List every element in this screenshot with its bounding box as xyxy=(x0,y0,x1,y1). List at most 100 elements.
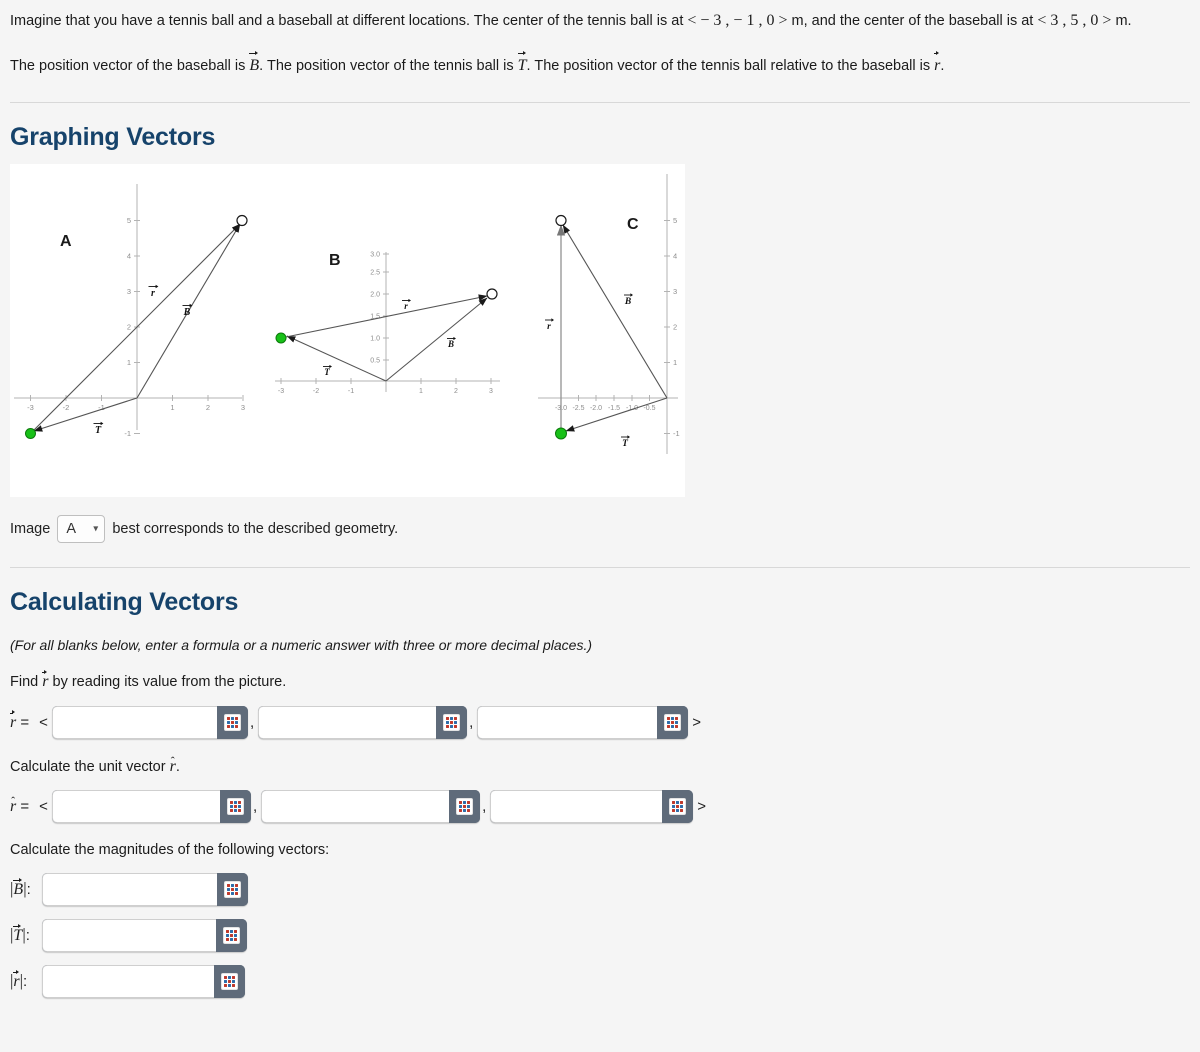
chart-C-vector-labels: T B r xyxy=(545,293,633,449)
svg-text:3: 3 xyxy=(489,388,493,395)
magnitude-B-input[interactable] xyxy=(42,872,217,906)
keypad-icon-button[interactable] xyxy=(657,705,689,739)
svg-text:T: T xyxy=(324,367,330,377)
unit-vector-post-text: . xyxy=(175,758,180,775)
baseball-point-C xyxy=(555,214,567,227)
magnitude-r-input-group xyxy=(42,964,245,998)
problem-text-part-2: m, and the center of the baseball is at xyxy=(787,13,1038,29)
r-x-input[interactable] xyxy=(51,705,217,739)
svg-text:3: 3 xyxy=(127,287,131,296)
magnitude-row-T: | T|: xyxy=(10,918,1190,952)
rhat-vector-row-label: ̂r = xyxy=(10,797,30,815)
keypad-icon-button[interactable] xyxy=(216,918,247,952)
comma-separator-2: , xyxy=(469,713,474,731)
rhat-y-input[interactable] xyxy=(261,790,450,823)
svg-text:4: 4 xyxy=(673,252,677,261)
magnitude-r-input[interactable] xyxy=(42,964,214,998)
magnitude-B-label: | B|: xyxy=(10,877,31,898)
rhat-x-input[interactable] xyxy=(51,790,220,823)
angle-bracket-close: > xyxy=(697,798,707,815)
magnitude-T-label: | T|: xyxy=(10,923,30,944)
r-z-input[interactable] xyxy=(477,705,658,739)
r-x-input-group xyxy=(51,705,248,739)
problem-statement-line-2: The position vector of the baseball is B… xyxy=(10,50,1190,78)
vector-T-symbol: T xyxy=(517,50,527,78)
find-r-pre-text: Find xyxy=(10,674,43,690)
magnitude-row-B: | B|: xyxy=(10,872,1190,906)
svg-text:-2.0: -2.0 xyxy=(590,405,602,412)
keypad-icon xyxy=(223,926,240,944)
svg-text:r: r xyxy=(404,301,408,311)
chart-B: -3 -2 -1 1 2 3 0.5 1.0 1.5 2.0 2.5 3.0 B… xyxy=(275,252,500,395)
rhat-z-input[interactable] xyxy=(490,790,663,823)
vector-B-symbol: B xyxy=(249,50,259,78)
keypad-icon-button[interactable] xyxy=(214,964,245,998)
unit-vector-instruction: Calculate the unit vector ̂r. xyxy=(10,758,1190,776)
magnitude-T-input[interactable] xyxy=(42,918,216,952)
keypad-icon-button[interactable] xyxy=(217,872,248,906)
magnitudes-instruction: Calculate the magnitudes of the followin… xyxy=(10,842,330,858)
svg-text:1: 1 xyxy=(673,358,677,367)
keypad-icon xyxy=(221,972,238,990)
instructions-note: (For all blanks below, enter a formula o… xyxy=(10,637,593,653)
page-title-calculating-vectors: Calculating Vectors xyxy=(10,588,239,616)
svg-text:1: 1 xyxy=(127,358,131,367)
svg-text:-3: -3 xyxy=(278,388,284,395)
svg-text:3: 3 xyxy=(241,403,245,412)
svg-text:1.0: 1.0 xyxy=(370,336,380,343)
keypad-icon xyxy=(664,713,682,731)
keypad-icon-button[interactable] xyxy=(449,790,481,823)
r-y-input-group xyxy=(258,705,468,739)
chart-B-title: B xyxy=(329,252,341,269)
svg-text:2.5: 2.5 xyxy=(370,270,380,277)
svg-text:T: T xyxy=(95,425,102,436)
svg-text:B: B xyxy=(183,307,191,318)
page-title-graphing-vectors: Graphing Vectors xyxy=(10,123,216,151)
svg-text:3.0: 3.0 xyxy=(370,252,380,259)
svg-text:2: 2 xyxy=(673,323,677,332)
rhat-x-input-group xyxy=(51,790,251,823)
magnitude-T-input-group xyxy=(42,918,247,952)
keypad-icon xyxy=(456,798,474,815)
vector-r-symbol: r xyxy=(934,50,940,78)
keypad-icon xyxy=(443,713,461,731)
chart-A: -3 -2 -1 1 2 3 1 2 3 4 5 -1 A T B r xyxy=(14,184,248,439)
svg-text:3: 3 xyxy=(673,287,677,296)
svg-text:2: 2 xyxy=(454,388,458,395)
magnitude-B-input-group xyxy=(42,872,248,906)
svg-text:2.0: 2.0 xyxy=(370,292,380,299)
keypad-icon-button[interactable] xyxy=(436,705,468,739)
keypad-icon-button[interactable] xyxy=(662,790,694,823)
problem-text-part-3: m. xyxy=(1111,13,1132,29)
magnitude-r-label: | r|: xyxy=(10,969,28,990)
rhat-vector-answer-row: ̂r = < , , > xyxy=(10,790,1190,823)
svg-text:-0.5: -0.5 xyxy=(643,405,655,412)
baseball-coordinates: < 3 , 5 , 0 > xyxy=(1037,12,1112,29)
image-select-wrapper[interactable]: A B C ▾ xyxy=(57,515,106,543)
keypad-icon-button[interactable] xyxy=(216,705,248,739)
rhat-z-input-group xyxy=(490,790,694,823)
image-select[interactable]: A B C xyxy=(57,515,106,543)
svg-text:r: r xyxy=(547,322,551,332)
keypad-icon xyxy=(223,713,241,731)
svg-text:-2: -2 xyxy=(63,403,70,412)
svg-text:-1: -1 xyxy=(124,429,131,438)
image-select-prefix-label: Image xyxy=(10,521,51,537)
tennis-ball-coordinates: < − 3 , − 1 , 0 > xyxy=(687,12,788,29)
svg-text:T: T xyxy=(622,439,629,449)
image-selection-row: Image A B C ▾ best corresponds to the de… xyxy=(10,515,1190,543)
keypad-icon xyxy=(226,798,244,815)
svg-text:r: r xyxy=(151,288,155,299)
keypad-icon xyxy=(224,880,241,898)
rhat-y-input-group xyxy=(261,790,481,823)
tennis-ball-point-A xyxy=(25,428,36,439)
tennis-ball-point-B xyxy=(275,332,287,344)
svg-text:-2.5: -2.5 xyxy=(572,405,584,412)
r-y-input[interactable] xyxy=(258,705,437,739)
keypad-icon-button[interactable] xyxy=(219,790,251,823)
svg-text:-2: -2 xyxy=(313,388,319,395)
svg-text:-1: -1 xyxy=(348,388,354,395)
r-vector-answer-row: r = < , , > xyxy=(10,705,1190,739)
svg-text:B: B xyxy=(624,297,631,307)
baseball-point-B xyxy=(486,288,498,300)
